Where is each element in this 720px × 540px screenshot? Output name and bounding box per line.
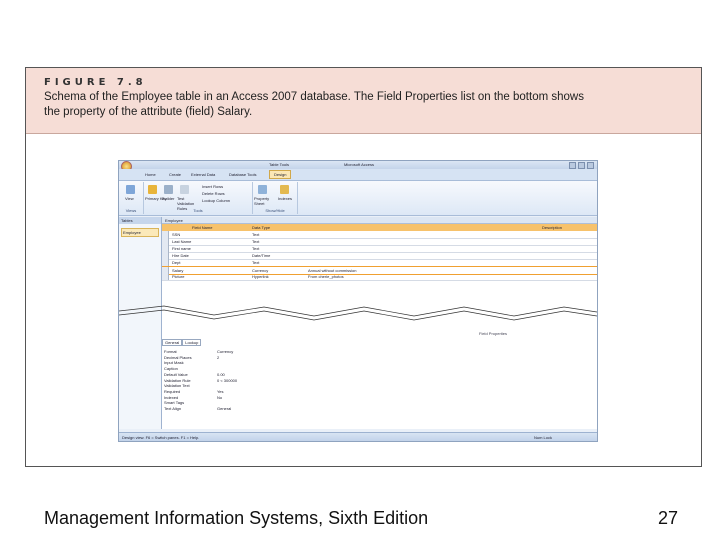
ribbon: View Views Primary Key Builder Test Vali… [119,181,597,216]
row-selector[interactable] [162,273,169,280]
property-value[interactable]: General [217,406,231,411]
group-label-tools: Tools [193,208,203,213]
property-sheet-icon[interactable] [258,185,267,194]
nav-item-employee[interactable]: Employee [121,228,159,237]
grid-header: Field Name Data Type Description [162,224,597,231]
indexes-icon[interactable] [280,185,289,194]
property-sheet-button[interactable]: Property Sheet [254,196,274,206]
minimize-icon[interactable] [569,162,576,169]
field-name-cell: Picture [172,274,185,279]
close-icon[interactable] [587,162,594,169]
property-tabs: General Lookup [162,339,597,346]
field-name-cell: Last Name [172,239,192,244]
page-number: 27 [657,508,678,528]
property-name: Text Align [164,406,182,411]
figure-label: FIGURE 7.8 [44,77,147,88]
builder-icon[interactable] [164,185,173,194]
nav-pane-header[interactable]: Tables [119,217,161,224]
tab-lookup[interactable]: Lookup [182,339,202,346]
data-type-cell: Text [252,260,260,265]
delete-rows-button[interactable]: Delete Rows [202,191,225,196]
ribbon-tabs: Home Create External Data Database Tools… [119,169,597,181]
row-selector[interactable] [162,259,169,266]
description-cell: From cherie_photos [308,274,344,279]
lookup-column-button[interactable]: Lookup Column [202,198,230,203]
ribbon-group-tools: Primary Key Builder Test Validation Rule… [144,182,253,214]
data-type-cell: Date/Time [252,253,271,258]
insert-rows-button[interactable]: Insert Rows [202,184,223,189]
tab-external-data[interactable]: External Data [191,172,215,177]
data-type-cell: Hyperlink [252,274,269,279]
footer-title: Management Information Systems, Sixth Ed… [44,508,429,528]
group-label-show-hide: Show/Hide [265,208,285,213]
col-data-type: Data Type [252,225,271,230]
view-button[interactable]: View [125,196,134,201]
status-bar: Design view. F6 = Switch panes. F1 = Hel… [119,432,597,441]
data-type-cell: Text [252,246,260,251]
figure-frame: FIGURE 7.8 Schema of the Employee table … [25,67,702,467]
group-label-views: Views [125,208,137,213]
ribbon-group-show-hide: Property Sheet Indexes Show/Hide [253,182,298,214]
row-selector[interactable] [162,252,169,259]
contextual-tab-label: Table Tools [269,162,289,167]
field-properties-pane: General Lookup Format Currency Decimal Plac… [162,339,597,419]
num-lock-indicator: Num Lock [534,435,553,440]
app-title: Microsoft Access [344,162,375,167]
tab-home[interactable]: Home [145,172,156,177]
break-line-icon [119,305,597,321]
field-name-cell: First name [172,246,191,251]
document-tab[interactable]: Employee [162,217,597,224]
tab-general[interactable]: General [162,339,183,346]
field-name-cell: Dept [172,260,181,265]
data-type-cell: Text [252,239,260,244]
builder-button[interactable]: Builder [162,196,174,201]
key-icon[interactable] [148,185,157,194]
caption-line-1: Schema of the Employee table in an Acces… [44,91,584,103]
view-icon[interactable] [126,185,135,194]
tab-create[interactable]: Create [169,172,181,177]
figure-header: FIGURE 7.8 Schema of the Employee table … [26,68,701,134]
data-type-cell: Text [252,232,260,237]
field-name-cell: SSN [172,232,181,237]
field-name-cell: Hire Date [172,253,189,258]
indexes-button[interactable]: Indexes [278,196,292,201]
title-bar: Table Tools Microsoft Access [119,161,597,172]
tab-database-tools[interactable]: Database Tools [229,172,257,177]
tab-design[interactable]: Design [269,170,292,179]
figure-caption: Schema of the Employee table in an Acces… [44,90,687,120]
col-field-name: Field Name [192,225,213,230]
ribbon-group-views: View Views [119,182,144,214]
status-text: Design view. F6 = Switch panes. F1 = Hel… [122,435,200,440]
access-window: Table Tools Microsoft Access Home Create… [118,160,598,442]
navigation-pane: Tables Employee [119,217,162,429]
maximize-icon[interactable] [578,162,585,169]
col-description: Description [542,225,563,230]
row-selector[interactable] [162,231,169,238]
validation-icon[interactable] [180,185,189,194]
caption-line-2: the property of the attribute (field) Sa… [44,106,253,118]
property-row[interactable]: Text Align General [162,405,462,411]
table-row[interactable]: Picture Hyperlink From cherie_photos [162,273,597,281]
row-selector[interactable] [162,238,169,245]
field-properties-label: Field Properties [479,331,508,336]
row-selector[interactable] [162,245,169,252]
